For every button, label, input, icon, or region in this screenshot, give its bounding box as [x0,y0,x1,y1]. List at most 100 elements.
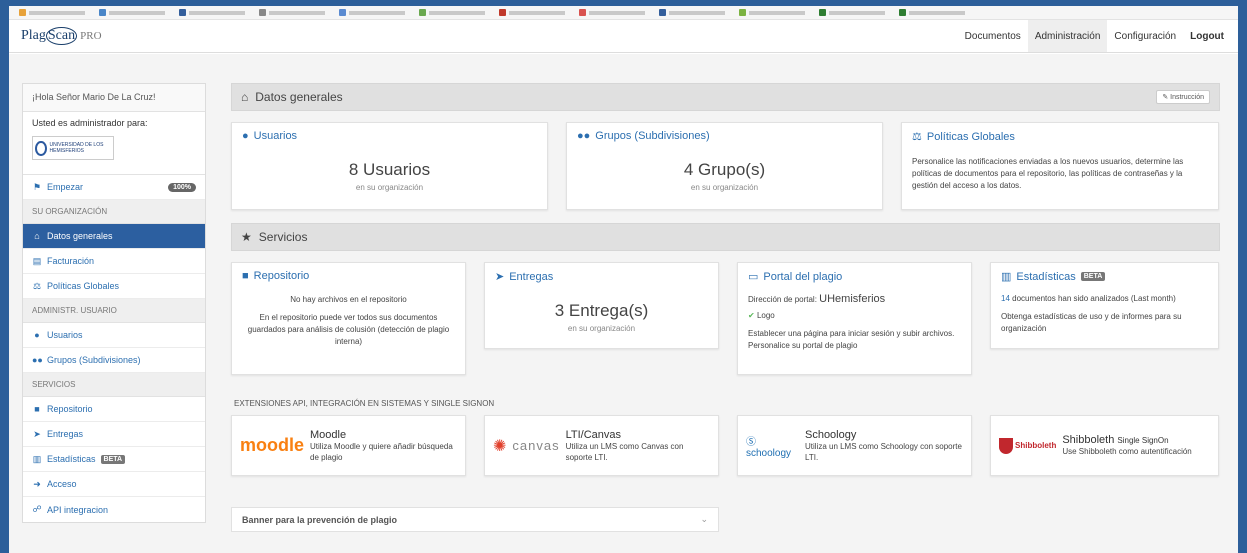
canvas-card[interactable]: ✺ canvas LTI/Canvas Utiliza un LMS como … [484,415,719,476]
card-title: Portal del plagio [763,270,843,283]
section-title: Datos generales [255,90,343,104]
entregas-sub: en su organización [567,324,636,333]
repositorio-empty: No hay archivos en el repositorio [290,295,407,304]
star-icon: ★ [241,230,252,244]
send-icon: ➤ [495,271,505,283]
portal-address: Dirección de portal: UHemisferios [748,293,961,306]
sidebar-item-label: Entregas [47,429,84,439]
section-servicios: SERVICIOS [23,373,205,397]
logo-text: Plag [21,28,46,43]
user-icon: ● [34,330,40,340]
bookmark[interactable] [579,9,645,16]
logo-pro: PRO [80,30,102,42]
beta-badge: BETA [100,454,126,464]
admin-for-label: Usted es administrador para: [32,118,148,128]
bookmark[interactable] [739,9,805,16]
home-icon: ⌂ [241,90,249,104]
sidebar-item-api[interactable]: ☍ API integracion [23,497,205,522]
flag-icon: ⚑ [32,181,42,192]
sidebar-item-estadisticas[interactable]: ▥ Estadísticas BETA [23,447,205,472]
card-title: Políticas Globales [926,130,1015,143]
datos-generales-header: ⌂ Datos generales ✎ Instrucción [231,83,1220,111]
politicas-link[interactable]: ⚖ Políticas Globales [912,130,1208,144]
estadisticas-link[interactable]: ▥ Estadísticas BETA [1001,270,1208,283]
seal-text: UNIVERSIDAD DE LOS HEMISFERIOS [49,142,104,154]
sidebar-item-repositorio[interactable]: ■ Repositorio [23,397,205,422]
nav-configuracion[interactable]: Configuración [1107,20,1183,52]
extensions-label: EXTENSIONES API, INTEGRACIÓN EN SISTEMAS… [234,399,495,408]
bookmark[interactable] [499,9,565,16]
bookmark[interactable] [899,9,965,16]
estadisticas-count: 14 documentos han sido analizados (Last … [1001,293,1208,305]
moodle-logo: moodle [240,435,305,455]
sidebar-item-usuarios[interactable]: ● Usuarios [23,323,205,348]
banner-label: Banner para la prevención de plagio [242,514,398,525]
moodle-desc: Utiliza Moodle y quiere añadir búsqueda … [310,441,453,462]
sidebar-item-facturacion[interactable]: ▤ Facturación [23,249,205,274]
admin-info: Usted es administrador para: UNIVERSIDAD… [23,112,205,175]
bookmark[interactable] [339,9,405,16]
repositorio-link[interactable]: ■ Repositorio [242,270,455,282]
schoology-card[interactable]: Ⓢ schoology Schoology Utiliza un LMS com… [737,415,972,476]
sidebar-item-datos-generales[interactable]: ⌂ Datos generales [23,224,205,249]
sidebar-item-label: API integracion [47,504,109,515]
moodle-card[interactable]: moodle Moodle Utiliza Moodle y quiere añ… [231,415,466,476]
bar-chart-icon: ▥ [1001,271,1012,283]
sitemap-icon: ☍ [32,504,42,514]
sidebar-item-empezar[interactable]: ⚑ Empezar 100% [23,175,205,200]
main-panel: ⌂ Datos generales ✎ Instrucción ● Usuario… [231,83,1220,532]
sidebar-item-entregas[interactable]: ➤ Entregas [23,422,205,447]
grupos-link[interactable]: ●● Grupos (Subdivisiones) [577,130,872,142]
sign-in-icon: ➜ [33,478,41,489]
repositorio-desc: En el repositorio puede ver todos sus do… [247,313,450,346]
nav-logout[interactable]: Logout [1183,20,1238,52]
bookmark[interactable] [819,9,885,16]
sidebar-item-label: Facturación [47,256,95,266]
sidebar-item-acceso[interactable]: ➜ Acceso [23,472,205,497]
bookmark[interactable] [419,9,485,16]
check-icon: ✔ [748,311,755,320]
user-icon: ● [242,130,249,142]
bookmark[interactable] [259,9,325,16]
page-content: ¡Hola Señor Mario De La Cruz! Usted es a… [9,54,1238,553]
seal-icon [35,140,47,156]
shibboleth-card[interactable]: Shibboleth Shibboleth Single SignOn Use … [990,415,1219,476]
sidebar-item-label: Acceso [47,479,77,489]
estadisticas-number[interactable]: 14 [1001,294,1010,303]
card-title: Grupos (Subdivisiones) [595,130,710,142]
sidebar-item-grupos[interactable]: ●● Grupos (Subdivisiones) [23,348,205,373]
bookmark[interactable] [99,9,165,16]
shibboleth-name: Shibboleth [1062,434,1115,446]
card-title: Usuarios [253,130,298,142]
sidebar-item-politicas[interactable]: ⚖ Políticas Globales [23,274,205,299]
nav-documentos[interactable]: Documentos [958,20,1028,52]
banner-accordion[interactable]: Banner para la prevención de plagio ⌄ [231,507,719,532]
invoice-icon: ▤ [32,255,42,266]
sidebar-item-label: Usuarios [47,330,83,340]
sidebar-item-label: Políticas Globales [47,281,120,291]
entregas-count: 3 Entrega(s) [554,301,649,320]
bookmark[interactable] [19,9,85,16]
politicas-desc: Personalice las notificaciones enviadas … [912,157,1184,190]
schoology-desc: Utiliza un LMS como Schoology con soport… [804,441,962,462]
bookmark[interactable] [179,9,245,16]
bookmark[interactable] [659,9,725,16]
moodle-name: Moodle [310,428,347,441]
sidebar-item-label: Datos generales [47,231,113,241]
plagscan-logo[interactable]: Plag Scan PRO [21,27,102,45]
portal-dir-value: UHemisferios [819,293,886,305]
balance-icon: ⚖ [912,131,922,143]
canvas-name: LTI/Canvas [565,428,622,441]
usuarios-link[interactable]: ● Usuarios [242,130,537,142]
entregas-link[interactable]: ➤ Entregas [495,270,708,284]
portal-link[interactable]: ▭ Portal del plagio [748,270,961,284]
shibboleth-logo-text: Shibboleth [1015,441,1057,450]
instruccion-button[interactable]: ✎ Instrucción [1156,90,1210,104]
users-icon: ●● [32,355,43,365]
nav-administracion[interactable]: Administración [1027,20,1108,52]
home-icon: ⌂ [34,231,40,241]
send-icon: ➤ [33,428,41,439]
card-title: Estadísticas [1016,270,1076,283]
entregas-card: ➤ Entregas 3 Entrega(s) en su organizació… [484,262,719,349]
progress-badge: 100% [168,182,196,192]
